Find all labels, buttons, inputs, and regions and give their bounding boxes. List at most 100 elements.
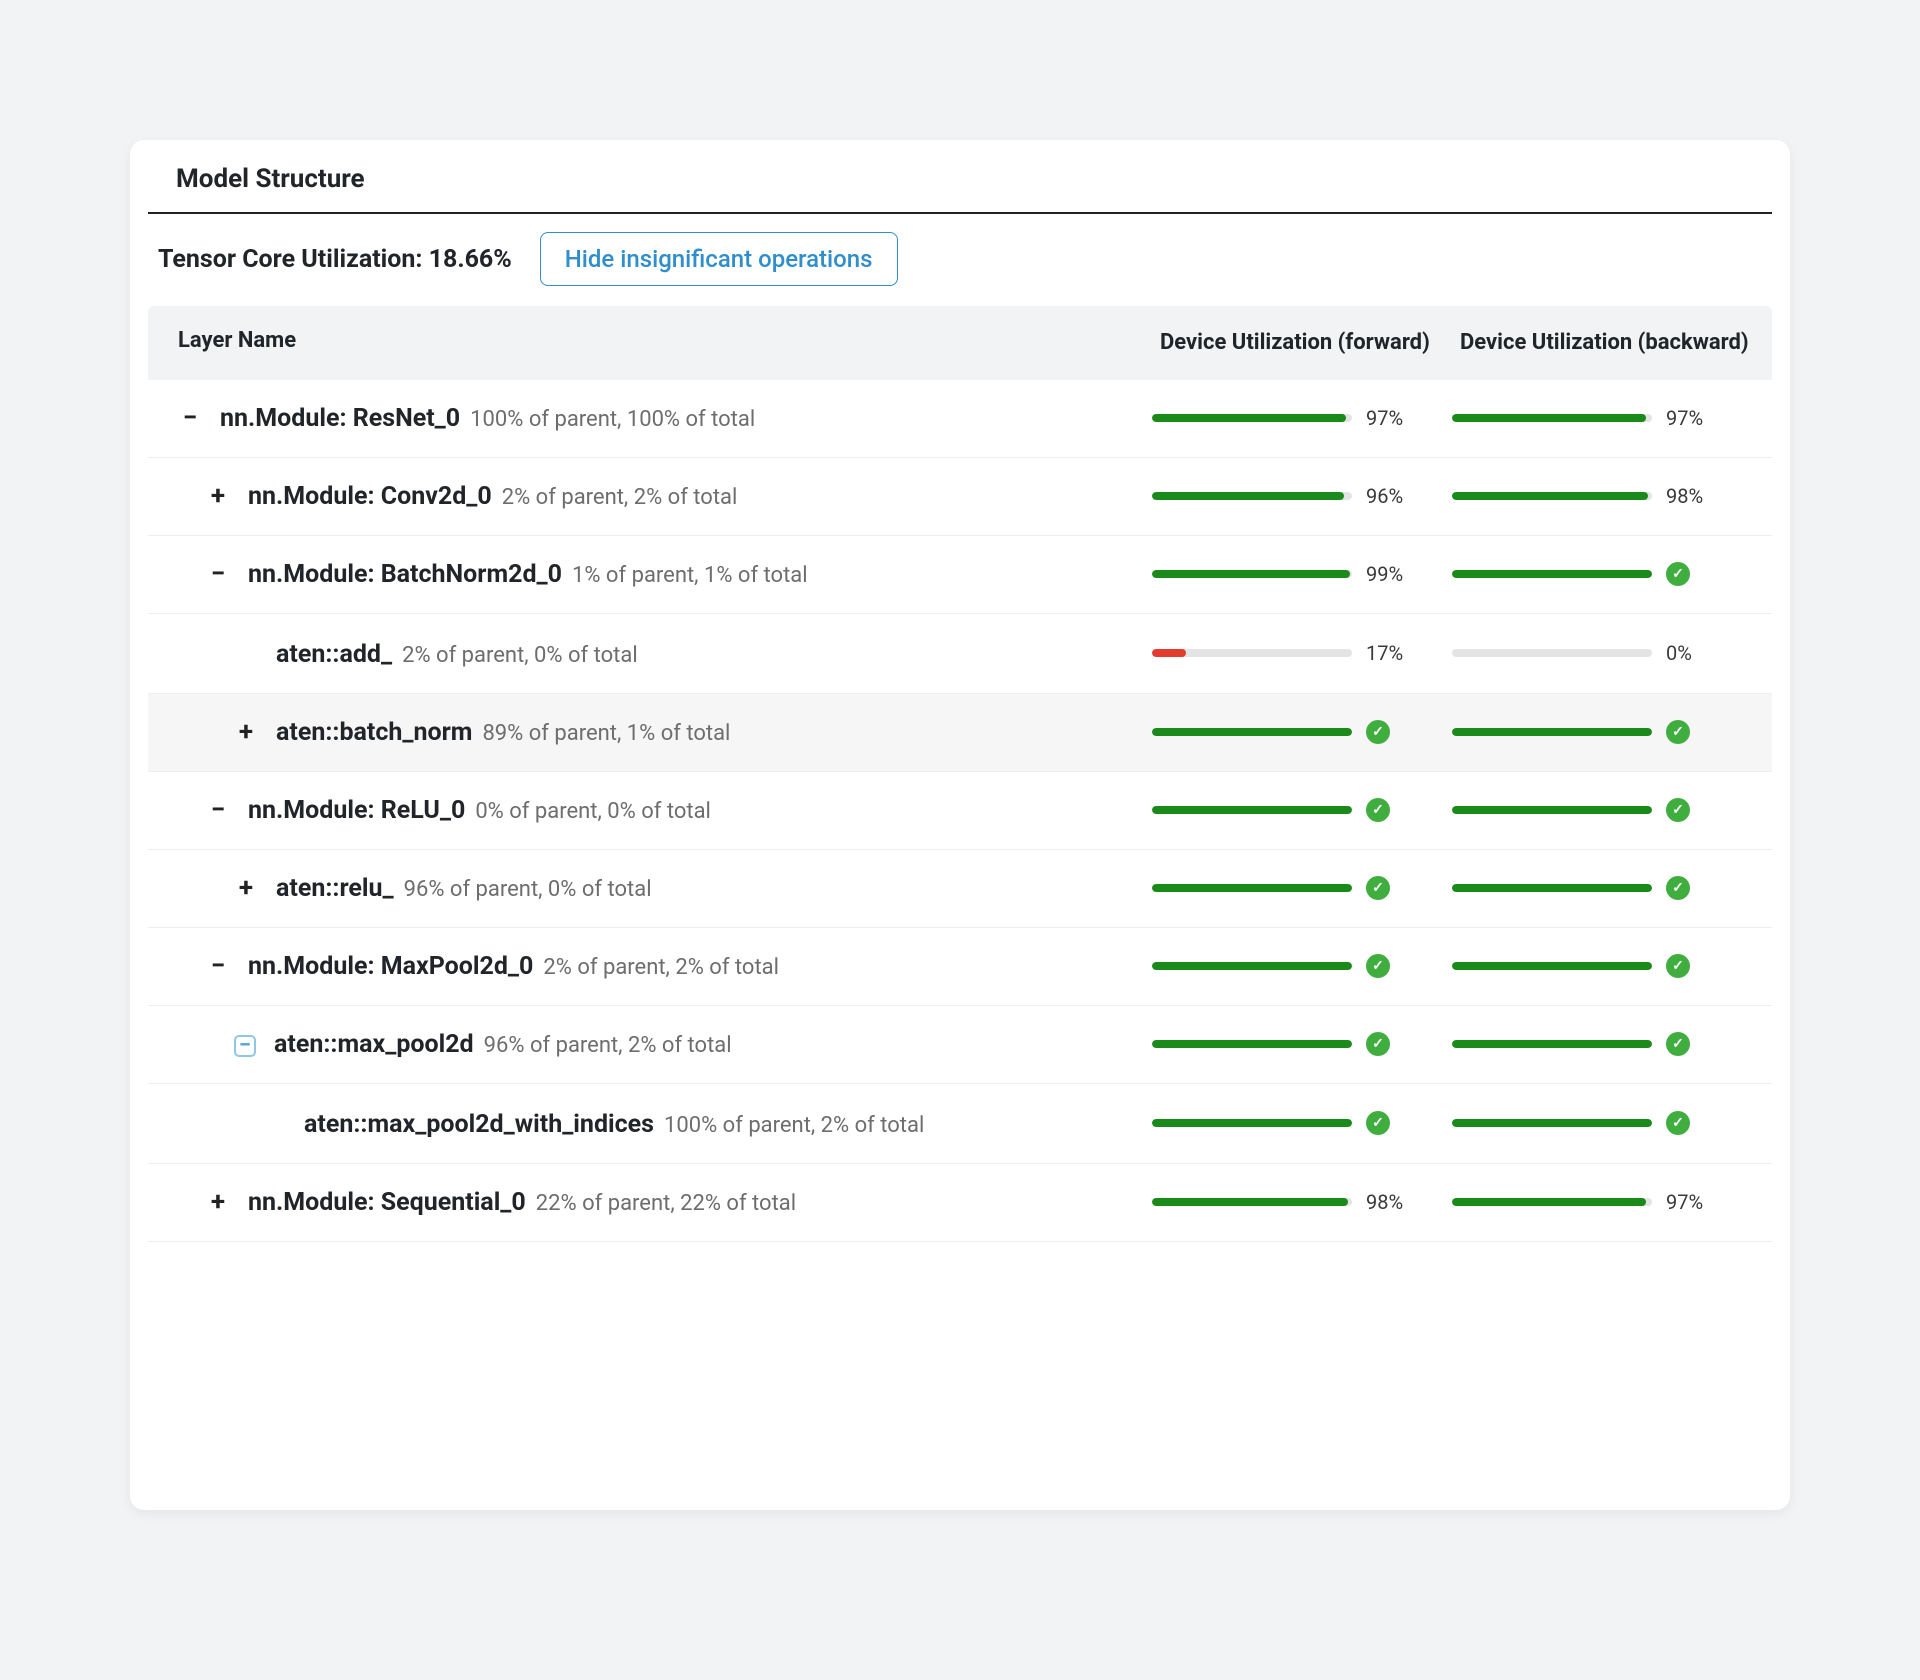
util-label: 97% [1666, 406, 1708, 430]
collapse-icon[interactable]: − [206, 562, 230, 586]
util-backward [1452, 1032, 1752, 1056]
table-row: + aten::batch_norm 89% of parent, 1% of to… [148, 694, 1772, 772]
util-forward: 96% [1152, 484, 1452, 508]
table-row: + aten::relu_ 96% of parent, 0% of total [148, 850, 1772, 928]
header-fwd: Device Utilization (forward) [1160, 328, 1452, 358]
util-label: 99% [1366, 562, 1408, 586]
util-label: 17% [1366, 641, 1408, 665]
layer-name: nn.Module: Sequential_0 [248, 1188, 526, 1217]
collapse-icon[interactable]: − [206, 954, 230, 978]
progress-bar [1452, 1119, 1652, 1127]
progress-bar [1452, 728, 1652, 736]
util-label: 97% [1366, 406, 1408, 430]
check-icon [1366, 1111, 1390, 1135]
check-icon [1666, 1111, 1690, 1135]
progress-fill [1452, 1119, 1652, 1127]
layer-sub: 2% of parent, 2% of total [502, 485, 738, 510]
util-forward [1152, 1032, 1452, 1056]
progress-bar [1452, 570, 1652, 578]
layer-name: nn.Module: MaxPool2d_0 [248, 952, 533, 981]
layer-name-cell: + aten::batch_norm 89% of parent, 1% of to… [148, 718, 1152, 747]
util-label: 96% [1366, 484, 1408, 508]
progress-fill [1152, 1040, 1352, 1048]
layer-name-cell: −nn.Module: ResNet_0100% of parent, 100%… [148, 404, 1152, 433]
util-label: 98% [1666, 484, 1708, 508]
progress-fill [1452, 570, 1652, 578]
layer-name-cell: aten::max_pool2d_with_indices 100% of par… [148, 1108, 1152, 1139]
tensor-core-utilization: Tensor Core Utilization: 18.66% [158, 245, 512, 274]
util-forward [1152, 1111, 1452, 1135]
hide-insignificant-button[interactable]: Hide insignificant operations [540, 232, 898, 286]
table-header: Layer Name Device Utilization (forward) … [148, 306, 1772, 380]
progress-bar [1452, 1198, 1652, 1206]
progress-fill [1452, 1198, 1646, 1206]
progress-bar [1452, 1040, 1652, 1048]
layer-sub: 89% of parent, 1% of total [482, 721, 730, 746]
util-backward: 97% [1452, 1190, 1752, 1214]
progress-fill [1452, 1040, 1652, 1048]
check-icon [1666, 954, 1690, 978]
check-icon [1366, 720, 1390, 744]
util-forward [1152, 954, 1452, 978]
progress-fill [1452, 806, 1652, 814]
progress-bar [1152, 570, 1352, 578]
layer-name: aten::add_ [276, 640, 392, 669]
expand-icon[interactable]: + [206, 484, 230, 508]
check-icon [1666, 876, 1690, 900]
table-row: −nn.Module: ReLU_0 0% of parent, 0% of to… [148, 772, 1772, 850]
layer-sub: 2% of parent, 2% of total [543, 955, 779, 980]
progress-bar [1152, 728, 1352, 736]
progress-bar [1452, 414, 1652, 422]
util-backward [1452, 562, 1752, 586]
layer-name: nn.Module: Conv2d_0 [248, 482, 492, 511]
layer-name: aten::relu_ [276, 874, 394, 903]
layer-name: nn.Module: ResNet_0 [220, 404, 460, 433]
progress-fill [1152, 414, 1346, 422]
collapse-icon[interactable]: − [206, 798, 230, 822]
progress-fill [1452, 884, 1652, 892]
util-backward: 97% [1452, 406, 1752, 430]
layer-sub: 96% of parent, 0% of total [404, 877, 652, 902]
expand-icon[interactable]: + [234, 876, 258, 900]
layer-name-cell: −nn.Module: MaxPool2d_0 2% of parent, 2% … [148, 952, 1152, 981]
table-row: −nn.Module: MaxPool2d_0 2% of parent, 2% … [148, 928, 1772, 1006]
header-bwd: Device Utilization (backward) [1460, 328, 1752, 358]
layer-name: aten::batch_norm [276, 718, 472, 747]
progress-fill [1452, 492, 1648, 500]
progress-bar [1152, 884, 1352, 892]
progress-fill [1452, 414, 1646, 422]
util-forward [1152, 720, 1452, 744]
table-row: + nn.Module: Conv2d_0 2% of parent, 2% of … [148, 458, 1772, 536]
header-layer-name: Layer Name [178, 328, 1152, 358]
progress-bar [1152, 1040, 1352, 1048]
expand-icon[interactable]: + [206, 1190, 230, 1214]
layer-name: nn.Module: ReLU_0 [248, 796, 465, 825]
progress-fill [1152, 1198, 1348, 1206]
check-icon [1366, 1032, 1390, 1056]
layer-name: aten::max_pool2d_with_indices [304, 1110, 654, 1139]
progress-fill [1152, 962, 1352, 970]
expand-icon[interactable]: + [234, 720, 258, 744]
layer-sub: 2% of parent, 0% of total [402, 643, 638, 668]
progress-bar [1452, 649, 1652, 657]
toolbar: Tensor Core Utilization: 18.66% Hide ins… [130, 232, 1790, 306]
progress-bar [1452, 806, 1652, 814]
collapse-icon[interactable]: − [234, 1035, 256, 1057]
layer-name-cell: −nn.Module: ReLU_0 0% of parent, 0% of to… [148, 796, 1152, 825]
layer-table: Layer Name Device Utilization (forward) … [130, 306, 1790, 1242]
check-icon [1666, 720, 1690, 744]
progress-bar [1152, 414, 1352, 422]
layer-sub: 0% of parent, 0% of total [475, 799, 711, 824]
util-forward: 99% [1152, 562, 1452, 586]
progress-bar [1152, 1198, 1352, 1206]
util-forward [1152, 798, 1452, 822]
util-forward [1152, 876, 1452, 900]
util-label: 97% [1666, 1190, 1708, 1214]
model-structure-panel: Model Structure Tensor Core Utilization:… [130, 140, 1790, 1510]
layer-name: aten::max_pool2d [274, 1030, 474, 1059]
layer-sub: 100% of parent, 2% of total [664, 1113, 924, 1138]
panel-title: Model Structure [148, 140, 1772, 214]
check-icon [1366, 954, 1390, 978]
layer-name-cell: +nn.Module: Sequential_022% of parent, 2… [148, 1188, 1152, 1217]
collapse-icon[interactable]: − [178, 406, 202, 430]
